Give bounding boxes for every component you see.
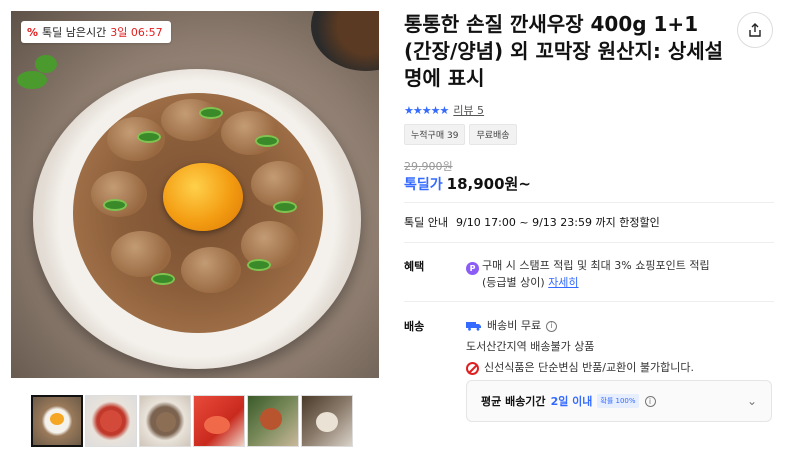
benefit-section: 혜택 P 구매 시 스탬프 적립 및 최대 3% 쇼핑포인트 적립 (등급별 상이…	[404, 258, 774, 292]
product-title: 통통한 손질 깐새우장 400g 1+1 (간장/양념) 외 꼬막장 원산지: …	[404, 12, 724, 90]
original-price: 29,900원	[404, 160, 453, 173]
delivery-probability-badge: 확률 100%	[597, 394, 639, 408]
shipping-note: 도서산간지역 배송불가 상품	[466, 340, 595, 353]
shrimp	[251, 161, 307, 207]
chevron-down-icon: ⌄	[746, 394, 757, 408]
deal-label: 톡딜 안내	[404, 216, 448, 229]
thumbnail-1[interactable]	[31, 395, 83, 447]
sale-price-row: 톡딜가 18,900원~	[404, 173, 531, 194]
sale-label: 톡딜가	[404, 177, 443, 193]
shipping-content: 배송비 무료 i 도서산간지역 배송불가 상품 신선식품은 단순변심 반품/교환…	[466, 318, 766, 381]
share-icon	[749, 23, 761, 37]
prohibit-icon	[466, 361, 479, 375]
info-icon[interactable]: i	[644, 395, 656, 407]
shrimp	[181, 247, 241, 293]
deal-period: 9/10 17:00 ~ 9/13 23:59 까지 한정할인	[455, 216, 660, 229]
deal-timer-badge: % 톡딜 남은시간 3일 06:57	[21, 21, 171, 43]
timer-label: 톡딜 남은시간	[42, 26, 107, 39]
benefit-text: 구매 시 스탬프 적립 및 최대 3% 쇼핑포인트 적립	[482, 259, 710, 272]
divider	[404, 242, 774, 243]
thumbnail-5[interactable]	[247, 395, 299, 447]
sale-price: 18,900원~	[446, 175, 531, 193]
benefit-detail-link[interactable]: 자세히	[548, 276, 578, 289]
divider	[404, 301, 774, 302]
delivery-period-label: 평균 배송기간	[481, 395, 546, 408]
truck-icon	[466, 322, 481, 331]
garnish-leaf	[35, 55, 57, 73]
pepper-slice	[273, 201, 297, 213]
pepper-slice	[247, 259, 271, 271]
average-delivery-dropdown[interactable]: 평균 배송기간 2일 이내 확률 100% i ⌄	[466, 380, 772, 422]
tag-purchase-count: 누적구매 39	[404, 124, 466, 145]
benefit-label: 혜택	[404, 260, 425, 273]
benefit-content: P 구매 시 스탬프 적립 및 최대 3% 쇼핑포인트 적립 (등급별 상이) 자…	[466, 258, 766, 291]
egg-yolk	[163, 163, 243, 231]
thumbnail-2[interactable]	[85, 395, 137, 447]
shipping-warning: 신선식품은 단순변심 반품/교환이 불가합니다.	[484, 361, 694, 374]
pepper-slice	[255, 135, 279, 147]
share-button[interactable]	[737, 12, 773, 48]
deal-info-row: 톡딜 안내 9/10 17:00 ~ 9/13 23:59 까지 한정할인	[404, 214, 660, 230]
tag-free-shipping: 무료배송	[469, 124, 517, 145]
thumbnail-4[interactable]	[193, 395, 245, 447]
benefit-text-note: (등급별 상이)	[482, 276, 545, 289]
thumbnail-strip	[31, 395, 353, 447]
shipping-fee: 배송비 무료	[487, 319, 542, 332]
shipping-section: 배송 배송비 무료 i 도서산간지역 배송불가 상품 신선식품은 단순변심 반품…	[404, 318, 774, 378]
info-icon[interactable]: i	[546, 320, 558, 332]
thumbnail-6[interactable]	[301, 395, 353, 447]
pepper-slice	[199, 107, 223, 119]
side-bowl	[311, 11, 379, 71]
product-tags: 누적구매 39 무료배송	[404, 124, 517, 145]
shrimp	[111, 231, 171, 277]
rating-row: ★★★★★ 리뷰 5	[404, 102, 484, 118]
discount-icon: %	[27, 25, 39, 39]
timer-value: 3일 06:57	[110, 26, 163, 39]
star-rating-icon: ★★★★★	[404, 103, 449, 117]
garnish-leaf	[17, 71, 47, 89]
delivery-period-value: 2일 이내	[550, 395, 593, 408]
pepper-slice	[103, 199, 127, 211]
thumbnail-3[interactable]	[139, 395, 191, 447]
pepper-slice	[151, 273, 175, 285]
pepper-slice	[137, 131, 161, 143]
point-coin-icon: P	[466, 262, 479, 275]
shipping-label: 배송	[404, 320, 425, 333]
shrimp	[161, 99, 221, 141]
review-link[interactable]: 리뷰 5	[453, 102, 484, 118]
main-product-image[interactable]	[11, 11, 379, 378]
divider	[404, 202, 774, 203]
shrimp	[221, 111, 279, 155]
